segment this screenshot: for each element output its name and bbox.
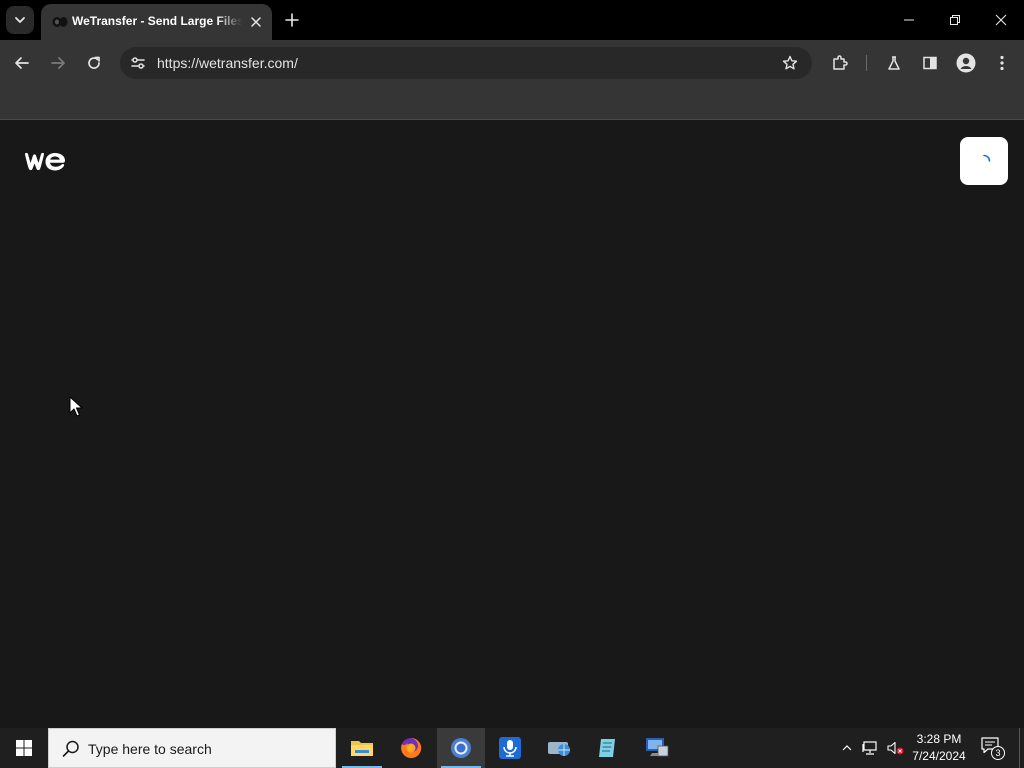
- folder-icon: [351, 741, 373, 756]
- chevron-down-icon: [15, 17, 25, 23]
- taskbar-search-box[interactable]: Type here to search: [48, 728, 336, 768]
- arrow-right-icon: [51, 57, 65, 69]
- restore-button[interactable]: [932, 0, 978, 40]
- wetransfer-logo[interactable]: [24, 150, 66, 172]
- firefox-icon: [401, 737, 422, 758]
- extensions-button[interactable]: [826, 49, 854, 77]
- loading-indicator: [960, 137, 1008, 185]
- profile-icon: [956, 53, 976, 73]
- toolbar-separator: [866, 55, 867, 71]
- tray-volume-button[interactable]: [885, 738, 905, 758]
- taskbar-file-explorer[interactable]: [338, 728, 386, 768]
- start-button[interactable]: [0, 728, 48, 768]
- plus-icon: [285, 13, 299, 27]
- clock-time: 3:28 PM: [916, 732, 962, 746]
- chevron-up-icon: [842, 745, 852, 751]
- search-icon: [62, 740, 79, 757]
- tray-overflow-button[interactable]: [837, 738, 857, 758]
- browser-menu-button[interactable]: [988, 49, 1016, 77]
- minimize-icon: [904, 19, 914, 21]
- network-icon: [862, 741, 877, 755]
- side-panel-button[interactable]: [916, 49, 944, 77]
- tray-network-button[interactable]: [861, 738, 881, 758]
- tab-search-button[interactable]: [6, 6, 34, 34]
- show-desktop-button[interactable]: [1019, 728, 1024, 768]
- network-globe-icon: [548, 742, 570, 756]
- close-icon: [995, 14, 1007, 26]
- microphone-app-icon: [499, 737, 521, 759]
- mouse-cursor-icon: [69, 396, 83, 417]
- web-page-content: [0, 121, 1024, 727]
- tab-close-button[interactable]: [246, 12, 266, 32]
- notepad-icon: [599, 739, 615, 757]
- new-tab-button[interactable]: [280, 8, 304, 32]
- reload-icon: [88, 56, 100, 69]
- close-icon: [251, 17, 261, 27]
- reload-button[interactable]: [80, 49, 108, 77]
- browser-toolbar: https://wetransfer.com/: [0, 40, 1024, 86]
- bookmarks-bar: [0, 86, 1024, 120]
- bookmark-star-button[interactable]: [780, 53, 800, 73]
- taskbar-remote-desktop[interactable]: [633, 728, 681, 768]
- star-icon: [782, 55, 798, 70]
- volume-muted-icon: [887, 741, 904, 755]
- remote-desktop-icon: [646, 738, 669, 757]
- browser-tab-wetransfer[interactable]: WeTransfer - Send Large Files & Share Ph…: [41, 4, 272, 40]
- taskbar-clock[interactable]: 3:28 PM 7/24/2024: [904, 731, 974, 765]
- desktop-screen: WeTransfer - Send Large Files & Share Ph…: [0, 0, 1024, 768]
- site-info-button[interactable]: [128, 53, 148, 73]
- taskbar-network-tool[interactable]: [535, 728, 583, 768]
- taskbar-firefox[interactable]: [387, 728, 435, 768]
- action-center-button[interactable]: 3: [980, 736, 1006, 760]
- address-bar[interactable]: https://wetransfer.com/: [120, 47, 812, 79]
- taskbar-chrome[interactable]: [437, 728, 485, 768]
- minimize-button[interactable]: [886, 0, 932, 40]
- side-panel-icon: [923, 56, 937, 70]
- windows-logo-icon: [16, 740, 32, 756]
- back-button[interactable]: [8, 49, 36, 77]
- forward-button[interactable]: [44, 49, 72, 77]
- tab-title: WeTransfer - Send Large Files & Share Ph…: [72, 14, 242, 28]
- profile-button[interactable]: [952, 49, 980, 77]
- kebab-menu-icon: [1000, 55, 1004, 71]
- restore-icon: [950, 15, 960, 25]
- search-placeholder: Type here to search: [88, 741, 212, 757]
- windows-taskbar: Type here to search 3:28 PM 7/24/2024 3: [0, 728, 1024, 768]
- labs-button[interactable]: [880, 49, 908, 77]
- flask-icon: [888, 56, 900, 70]
- arrow-left-icon: [15, 57, 29, 69]
- wetransfer-favicon: [52, 17, 68, 27]
- browser-tab-strip: WeTransfer - Send Large Files & Share Ph…: [0, 0, 1024, 40]
- tune-icon: [131, 57, 145, 69]
- taskbar-voice-recorder[interactable]: [486, 728, 534, 768]
- spinner-icon: [983, 154, 991, 162]
- close-window-button[interactable]: [978, 0, 1024, 40]
- taskbar-notepad-app[interactable]: [584, 728, 632, 768]
- puzzle-icon: [833, 55, 848, 70]
- url-text[interactable]: https://wetransfer.com/: [157, 55, 298, 71]
- notification-count-badge: 3: [991, 746, 1005, 760]
- chrome-icon: [451, 738, 471, 758]
- clock-date: 7/24/2024: [912, 749, 966, 763]
